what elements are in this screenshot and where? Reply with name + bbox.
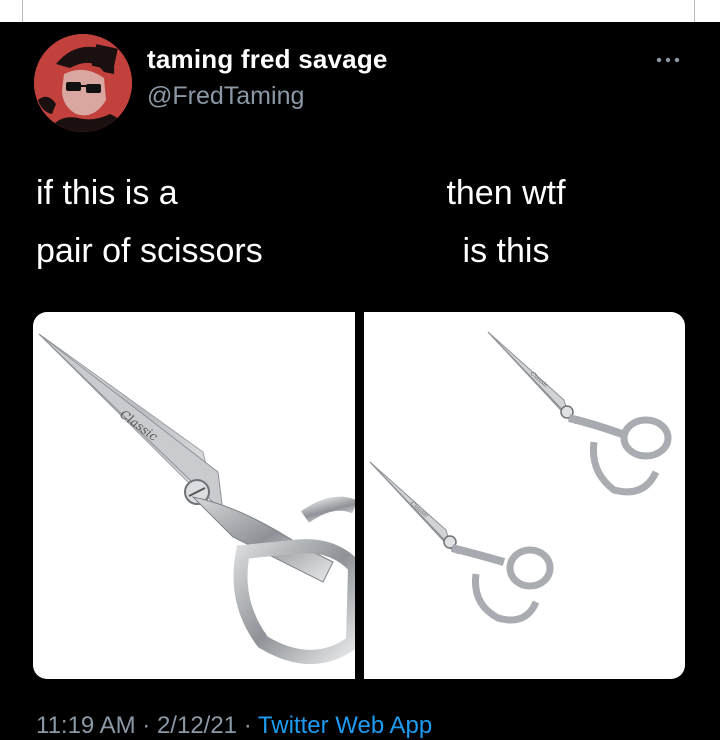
caption-right: then wtf is this — [434, 164, 578, 280]
tweet-photo[interactable]: Classic Classic Classic — [33, 312, 685, 679]
caption-right-line1: then wtf — [446, 174, 566, 212]
avatar-image — [34, 34, 132, 132]
caption-right-line2: is this — [462, 232, 550, 270]
tweet-timestamp: 11:19 AM · 2/12/21 · Twitter Web App — [36, 712, 432, 740]
photo-right-two-scissors[interactable]: Classic Classic — [364, 312, 685, 679]
caption-left-line2: pair of scissors — [36, 232, 263, 270]
more-horizontal-icon[interactable] — [656, 52, 680, 64]
divider — [694, 0, 695, 22]
brand-engraving: Classic — [409, 500, 430, 520]
divider — [22, 0, 23, 22]
display-name[interactable]: taming fred savage — [147, 44, 388, 75]
two-scissors-image: Classic Classic — [369, 331, 672, 624]
timestamp-text: 11:19 AM · 2/12/21 · — [36, 712, 258, 739]
avatar[interactable] — [34, 34, 132, 132]
user-handle[interactable]: @FredTaming — [147, 82, 304, 111]
top-strip — [0, 0, 720, 22]
photo-left-large-scissors[interactable]: Classic — [33, 312, 363, 679]
large-scissors-image: Classic — [38, 333, 363, 664]
source-app-link[interactable]: Twitter Web App — [258, 712, 432, 739]
caption-left: if this is a pair of scissors — [36, 164, 263, 280]
caption-left-line1: if this is a — [36, 174, 178, 212]
